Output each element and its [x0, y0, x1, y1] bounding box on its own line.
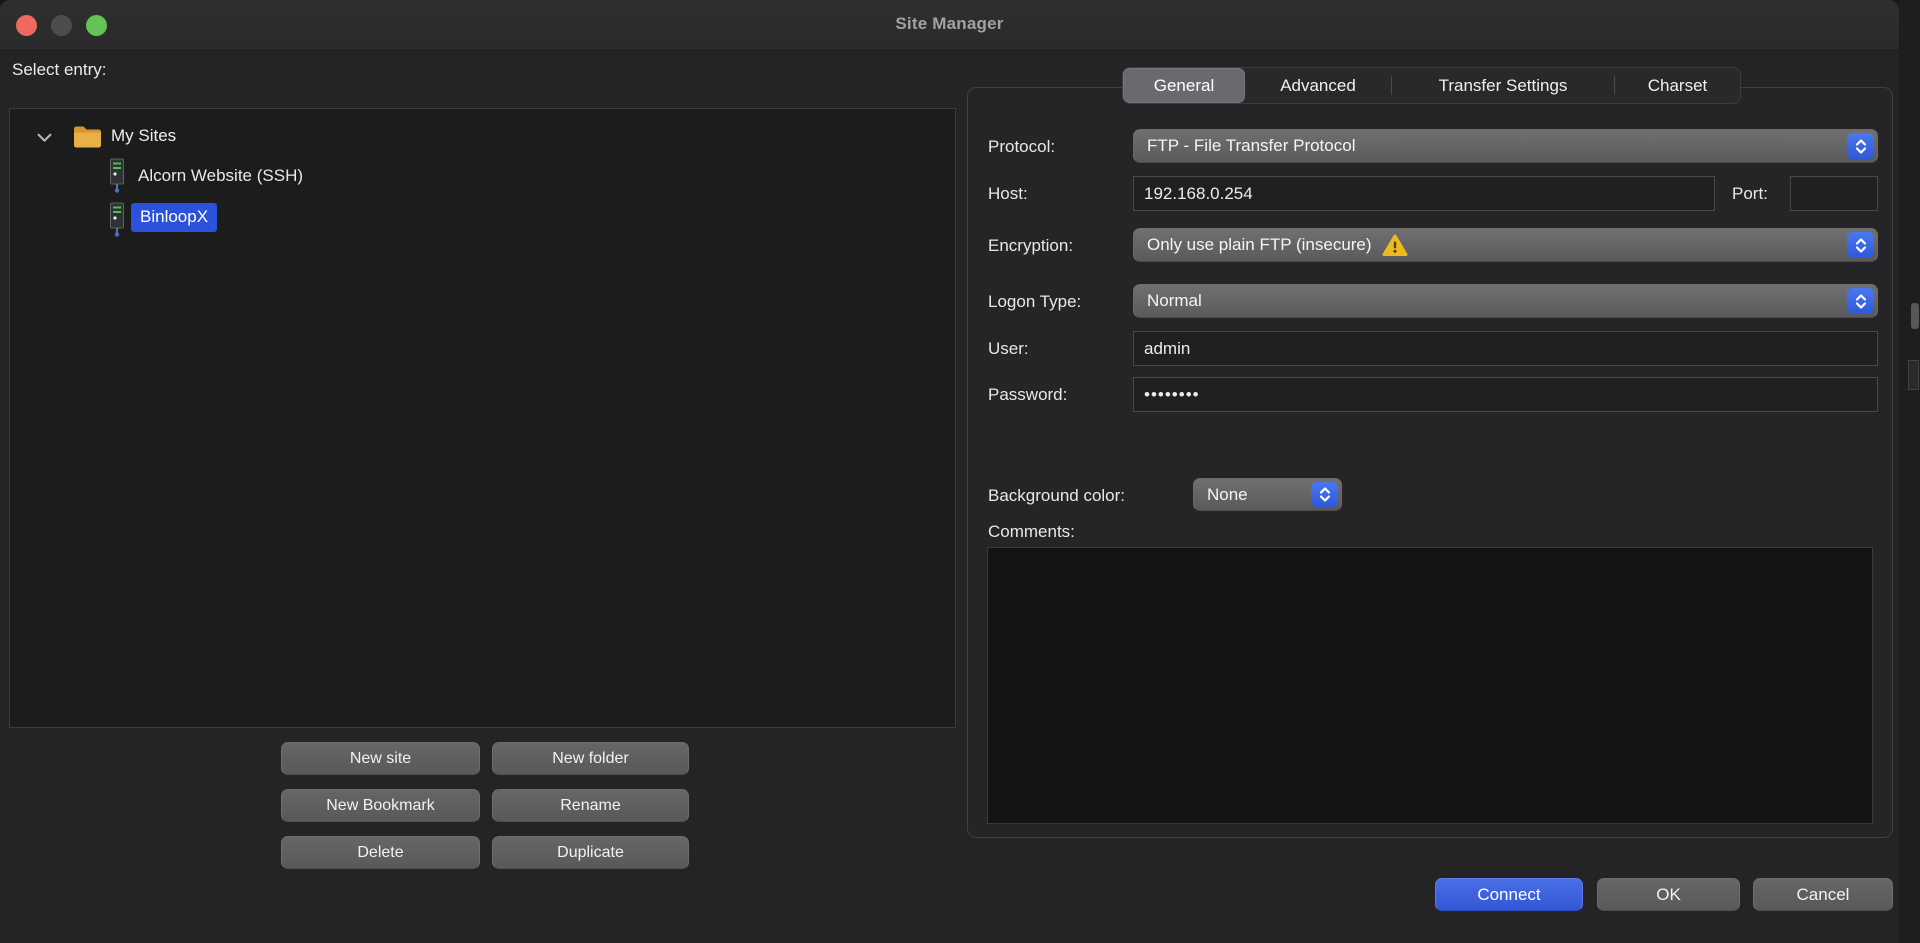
port-input[interactable] — [1790, 176, 1878, 211]
encryption-value: Only use plain FTP (insecure) — [1147, 235, 1372, 255]
tree-item-my-sites[interactable]: My Sites — [111, 126, 176, 146]
background-window-strip — [1899, 0, 1920, 943]
rename-button[interactable]: Rename — [492, 789, 689, 822]
tree-item-alcorn-website[interactable]: Alcorn Website (SSH) — [138, 166, 303, 186]
tab-advanced[interactable]: Advanced — [1245, 68, 1391, 103]
select-entry-label: Select entry: — [12, 60, 107, 80]
protocol-select[interactable]: FTP - File Transfer Protocol — [1133, 129, 1878, 163]
stepper-icon — [1847, 288, 1874, 314]
new-site-button[interactable]: New site — [281, 742, 480, 775]
stepper-icon — [1847, 133, 1874, 159]
settings-tabbar: General Advanced Transfer Settings Chars… — [1122, 67, 1741, 104]
stepper-icon — [1847, 232, 1874, 258]
password-input[interactable] — [1133, 377, 1878, 412]
chevron-down-icon[interactable] — [37, 130, 52, 148]
host-input[interactable] — [1133, 176, 1715, 211]
scrollbar-thumb[interactable] — [1911, 303, 1919, 329]
site-manager-window: Site Manager Select entry: My Sites — [0, 0, 1899, 943]
protocol-label: Protocol: — [988, 137, 1055, 157]
new-folder-button[interactable]: New folder — [492, 742, 689, 775]
cancel-button[interactable]: Cancel — [1753, 878, 1893, 911]
site-tree[interactable]: My Sites Alcorn Website (SSH) — [9, 108, 956, 728]
folder-icon — [72, 123, 103, 155]
tab-transfer-settings[interactable]: Transfer Settings — [1392, 68, 1614, 103]
server-icon — [107, 202, 127, 243]
encryption-label: Encryption: — [988, 236, 1073, 256]
user-input[interactable] — [1133, 331, 1878, 366]
background-color-select[interactable]: None — [1193, 478, 1342, 511]
password-label: Password: — [988, 385, 1067, 405]
encryption-select[interactable]: Only use plain FTP (insecure) — [1133, 228, 1878, 262]
new-bookmark-button[interactable]: New Bookmark — [281, 789, 480, 822]
host-label: Host: — [988, 184, 1028, 204]
logon-type-select[interactable]: Normal — [1133, 284, 1878, 318]
connect-button[interactable]: Connect — [1435, 878, 1583, 911]
tab-charset[interactable]: Charset — [1615, 68, 1740, 103]
ok-button[interactable]: OK — [1597, 878, 1740, 911]
window-title: Site Manager — [0, 14, 1899, 34]
user-label: User: — [988, 339, 1029, 359]
comments-textarea[interactable] — [987, 547, 1873, 824]
protocol-value: FTP - File Transfer Protocol — [1147, 136, 1355, 156]
background-color-value: None — [1207, 485, 1248, 505]
logon-type-value: Normal — [1147, 291, 1202, 311]
stepper-icon — [1311, 482, 1338, 507]
title-bar[interactable]: Site Manager — [0, 0, 1899, 51]
background-color-label: Background color: — [988, 486, 1125, 506]
logon-type-label: Logon Type: — [988, 292, 1081, 312]
duplicate-button[interactable]: Duplicate — [492, 836, 689, 869]
delete-button[interactable]: Delete — [281, 836, 480, 869]
server-icon — [107, 158, 127, 199]
tab-general[interactable]: General — [1123, 68, 1245, 103]
tree-item-binloopx-selected[interactable]: BinloopX — [131, 203, 217, 232]
background-fragment — [1908, 360, 1919, 390]
comments-label: Comments: — [988, 522, 1075, 542]
warning-icon — [1382, 234, 1408, 257]
port-label: Port: — [1732, 184, 1768, 204]
